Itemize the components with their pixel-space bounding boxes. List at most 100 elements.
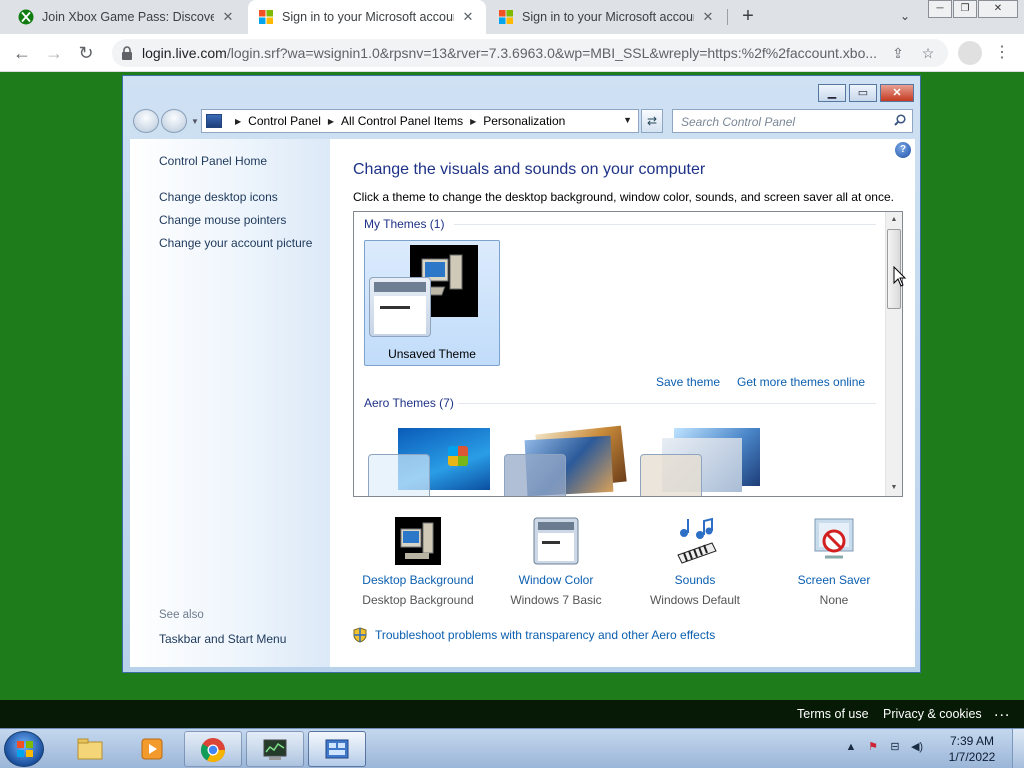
- breadcrumb-arrow-icon[interactable]: ▶: [235, 117, 241, 126]
- recent-pages-dropdown-icon[interactable]: ▼: [191, 117, 199, 126]
- back-button[interactable]: [133, 109, 159, 133]
- taskbar-system-monitor[interactable]: [246, 731, 304, 767]
- scroll-up-icon[interactable]: ▲: [886, 212, 902, 228]
- lock-icon[interactable]: [120, 45, 134, 61]
- forward-arrow-icon[interactable]: →: [42, 41, 66, 65]
- sounds-item[interactable]: Sounds Windows Default: [630, 517, 760, 607]
- window-color-item[interactable]: Window Color Windows 7 Basic: [491, 517, 621, 607]
- url-text[interactable]: login.live.com/login.srf?wa=wsignin1.0&r…: [142, 45, 882, 61]
- back-forward-buttons: ▼: [133, 109, 199, 133]
- breadcrumb[interactable]: ▶ Control Panel ▶ All Control Panel Item…: [201, 109, 639, 133]
- privacy-cookies-link[interactable]: Privacy & cookies: [883, 707, 982, 721]
- desktop-background-label: Desktop Background: [362, 573, 474, 587]
- link-change-account-picture[interactable]: Change your account picture: [159, 236, 312, 250]
- link-control-panel-home[interactable]: Control Panel Home: [159, 154, 267, 168]
- profile-avatar-icon[interactable]: [958, 41, 982, 65]
- xbox-icon: [18, 9, 34, 25]
- help-icon[interactable]: ?: [895, 142, 911, 158]
- theme-window-preview: [640, 454, 702, 496]
- link-change-mouse-pointers[interactable]: Change mouse pointers: [159, 213, 286, 227]
- tab-microsoft-signin-active[interactable]: Sign in to your Microsoft accoun ✕: [248, 0, 486, 34]
- theme-window-preview: [369, 277, 431, 337]
- theme-characters[interactable]: [640, 428, 770, 496]
- clock-time: 7:39 AM: [949, 734, 995, 748]
- theme-architecture[interactable]: [504, 425, 634, 496]
- taskbar-chrome[interactable]: [184, 731, 242, 767]
- more-options-link[interactable]: ...: [994, 703, 1010, 721]
- screen-saver-item[interactable]: Screen Saver None: [769, 517, 899, 607]
- ms-page-footer: Terms of use Privacy & cookies ...: [0, 700, 1024, 728]
- clock-date: 1/7/2022: [948, 750, 996, 764]
- screen-saver-label: Screen Saver: [797, 573, 871, 587]
- shield-icon: [353, 627, 367, 643]
- show-desktop-button[interactable]: [1012, 729, 1024, 768]
- troubleshoot-label: Troubleshoot problems with transparency …: [375, 628, 716, 642]
- control-panel-window: ▁ ▭ ✕ ▼ ▶ Control Panel ▶ All Control Pa…: [122, 75, 921, 673]
- new-tab-plus-icon[interactable]: +: [736, 5, 760, 29]
- control-panel-content: Control Panel Home Change desktop icons …: [130, 139, 915, 667]
- taskbar-control-panel[interactable]: [308, 731, 366, 767]
- close-tab-icon[interactable]: ✕: [700, 9, 716, 25]
- music-notes-icon: [672, 517, 718, 565]
- close-button[interactable]: ✕: [880, 84, 914, 102]
- personalization-pane: ? Change the visuals and sounds on your …: [330, 139, 915, 667]
- address-bar[interactable]: login.live.com/login.srf?wa=wsignin1.0&r…: [112, 39, 948, 67]
- theme-windows-7[interactable]: [368, 428, 498, 496]
- breadcrumb-arrow-icon[interactable]: ▶: [470, 117, 476, 126]
- taskbar-explorer[interactable]: [62, 731, 120, 767]
- scroll-down-icon[interactable]: ▼: [886, 480, 902, 496]
- search-input[interactable]: Search Control Panel: [672, 109, 913, 133]
- sounds-value: Windows Default: [649, 593, 741, 607]
- link-taskbar-start-menu[interactable]: Taskbar and Start Menu: [159, 632, 286, 646]
- theme-unsaved[interactable]: Unsaved Theme: [364, 240, 500, 366]
- bookmark-star-icon[interactable]: ☆: [918, 43, 938, 63]
- minimize-button[interactable]: ▁: [818, 84, 846, 102]
- see-also-label: See also: [159, 609, 204, 621]
- chrome-menu-icon[interactable]: ⋮: [994, 41, 1010, 65]
- save-theme-link[interactable]: Save theme: [656, 375, 720, 389]
- breadcrumb-all-items[interactable]: All Control Panel Items: [341, 114, 463, 128]
- taskbar-media-player[interactable]: [124, 731, 182, 767]
- search-icon[interactable]: [894, 114, 906, 126]
- refresh-icon[interactable]: ⇄: [641, 109, 663, 133]
- start-button[interactable]: [4, 731, 44, 767]
- troubleshoot-link[interactable]: Troubleshoot problems with transparency …: [353, 627, 715, 643]
- show-hidden-icons-icon[interactable]: ▲: [843, 739, 859, 755]
- close-tab-icon[interactable]: ✕: [460, 9, 476, 25]
- tab-microsoft-signin[interactable]: Sign in to your Microsoft accoun ✕: [488, 0, 726, 34]
- maximize-button[interactable]: ▭: [849, 84, 877, 102]
- url-path: /login.srf?wa=wsignin1.0&rpsnv=13&rver=7…: [226, 45, 878, 61]
- tab-xbox-game-pass[interactable]: Join Xbox Game Pass: Discover Y ✕: [8, 0, 246, 34]
- restore-window-icon[interactable]: ❐: [953, 0, 977, 18]
- breadcrumb-control-panel[interactable]: Control Panel: [248, 114, 321, 128]
- group-divider: [454, 224, 876, 225]
- theme-settings-row: Desktop Background Desktop Background Wi…: [353, 517, 903, 617]
- close-icon: ✕: [892, 87, 902, 99]
- share-icon[interactable]: ⇪: [888, 43, 908, 63]
- get-more-themes-link[interactable]: Get more themes online: [737, 375, 865, 389]
- address-dropdown-icon[interactable]: ▼: [623, 115, 632, 125]
- browser-toolbar: ← → ↻ login.live.com/login.srf?wa=wsigni…: [0, 34, 1024, 72]
- forward-button[interactable]: [161, 109, 187, 133]
- close-window-icon[interactable]: ✕: [978, 0, 1018, 18]
- theme-list-scrollbar[interactable]: ▲ ▼: [885, 212, 902, 496]
- desktop-background-item[interactable]: Desktop Background Desktop Background: [353, 517, 483, 607]
- back-arrow-icon[interactable]: ←: [10, 41, 34, 65]
- network-icon[interactable]: ⊟: [887, 739, 903, 755]
- tab-search-chevron-icon[interactable]: ⌄: [896, 6, 914, 26]
- system-clock[interactable]: 7:39 AM 1/7/2022: [940, 733, 1004, 765]
- breadcrumb-personalization[interactable]: Personalization: [483, 114, 565, 128]
- breadcrumb-arrow-icon[interactable]: ▶: [328, 117, 334, 126]
- close-tab-icon[interactable]: ✕: [220, 9, 236, 25]
- reload-icon[interactable]: ↻: [74, 41, 98, 65]
- minimize-window-icon[interactable]: ─: [928, 0, 952, 18]
- link-change-desktop-icons[interactable]: Change desktop icons: [159, 190, 278, 204]
- control-panel-icon: [206, 114, 222, 128]
- window-color-value: Windows 7 Basic: [510, 593, 602, 607]
- notification-area: ▲ ⚑ ⊟ ◀): [843, 739, 931, 755]
- terms-of-use-link[interactable]: Terms of use: [797, 707, 869, 721]
- action-center-flag-icon[interactable]: ⚑: [865, 739, 881, 755]
- my-themes-header: My Themes (1): [364, 217, 445, 231]
- volume-icon[interactable]: ◀): [909, 739, 925, 755]
- window-color-label: Window Color: [518, 573, 594, 587]
